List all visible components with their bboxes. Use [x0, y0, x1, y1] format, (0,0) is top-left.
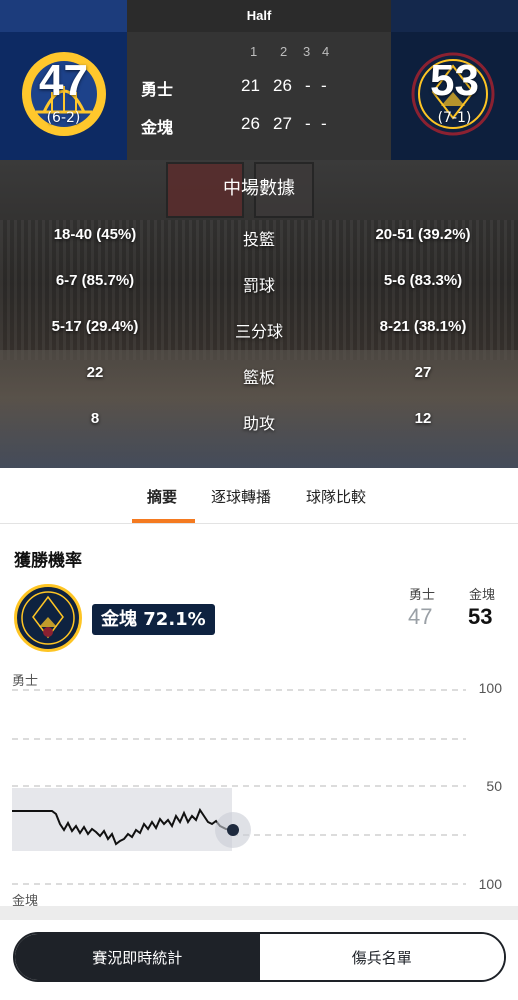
stat-label: 籃板 — [242, 368, 275, 387]
wp-away-label: 金塊 — [469, 588, 496, 603]
home-topbar — [0, 0, 127, 32]
tab-indicator — [132, 519, 195, 523]
home-stat: 6-7 (85.7%) — [55, 272, 135, 289]
stat-row-reb: 22 籃板 27 — [0, 364, 518, 388]
live-stats-button[interactable]: 賽況即時統計 — [15, 934, 260, 980]
tab-team-comparison[interactable]: 球隊比較 — [306, 486, 366, 507]
stat-row-ft: 6-7 (85.7%) 罰球 5-6 (83.3%) — [0, 272, 518, 296]
stat-row-fg: 18-40 (45%) 投籃 20-51 (39.2%) — [0, 226, 518, 250]
stats-title: 中場數據 — [223, 178, 295, 199]
away-record: (7-1) — [437, 110, 472, 126]
away-stat: 5-6 (83.3%) — [383, 272, 463, 289]
probability-area — [12, 788, 232, 851]
home-team-panel[interactable]: 47 (6-2) — [0, 0, 127, 160]
stat-row-ast: 8 助攻 12 — [0, 410, 518, 434]
away-stat: 8-21 (38.1%) — [379, 318, 467, 335]
current-marker — [227, 824, 239, 836]
bottom-bar: 賽況即時統計 傷兵名單 — [0, 920, 518, 1000]
away-q1: 26 — [241, 114, 260, 133]
home-q2: 26 — [273, 76, 292, 95]
stat-label: 三分球 — [234, 322, 283, 341]
home-linescore-row: 勇士 21 26 - - — [127, 76, 391, 100]
stat-label: 投籃 — [242, 230, 275, 249]
away-stat: 20-51 (39.2%) — [375, 226, 471, 243]
away-q4: - — [321, 114, 327, 133]
win-probability-badge: 金塊 72.1% — [92, 604, 215, 635]
away-score: 53 — [430, 56, 479, 105]
away-team-name: 金塊 — [141, 118, 174, 137]
stat-label: 罰球 — [242, 276, 275, 295]
home-q4: - — [321, 76, 327, 95]
home-record: (6-2) — [46, 110, 81, 126]
linescore: Half 1 2 3 4 勇士 21 26 - - 金塊 26 27 - - — [127, 0, 391, 160]
stat-row-3pt: 5-17 (29.4%) 三分球 8-21 (38.1%) — [0, 318, 518, 342]
tab-bar: 摘要 逐球轉播 球隊比較 — [0, 468, 518, 524]
score-header: 47 (6-2) Half 1 2 3 4 勇士 21 26 - - 金塊 26… — [0, 0, 518, 160]
stat-label: 助攻 — [242, 414, 275, 433]
home-q1: 21 — [241, 76, 260, 95]
win-probability-chart: 勇士 金塊 100 50 100 — [0, 664, 518, 909]
home-team-name: 勇士 — [141, 80, 174, 99]
away-stat: 27 — [414, 364, 432, 381]
away-topbar — [391, 0, 518, 32]
win-probability-title: 獲勝機率 — [14, 551, 82, 571]
home-stat: 18-40 (45%) — [53, 226, 137, 243]
home-score: 47 — [39, 56, 88, 105]
halftime-stats: 中場數據 18-40 (45%) 投籃 20-51 (39.2%) 6-7 (8… — [0, 160, 518, 468]
segmented-control: 賽況即時統計 傷兵名單 — [13, 932, 506, 982]
quarter-header: 2 — [280, 44, 288, 59]
home-stat: 22 — [86, 364, 104, 381]
quarter-header: 3 — [303, 44, 311, 59]
quarter-headers: 1 2 3 4 — [127, 44, 391, 62]
away-stat: 12 — [414, 410, 432, 427]
wp-away-score: 53 — [468, 604, 493, 629]
home-stat: 8 — [90, 410, 100, 427]
wp-home-score: 47 — [408, 604, 433, 629]
home-stat: 5-17 (29.4%) — [51, 318, 139, 335]
injury-report-button[interactable]: 傷兵名單 — [259, 934, 504, 980]
tab-play-by-play[interactable]: 逐球轉播 — [211, 486, 271, 507]
period-label: Half — [127, 0, 391, 32]
away-q2: 27 — [273, 114, 292, 133]
home-q3: - — [305, 76, 311, 95]
away-q3: - — [305, 114, 311, 133]
tab-summary[interactable]: 摘要 — [147, 486, 177, 507]
wp-home-label: 勇士 — [409, 588, 436, 603]
section-divider — [0, 906, 518, 920]
chart-svg — [12, 689, 466, 885]
away-team-panel[interactable]: 53 (7-1) — [391, 0, 518, 160]
quarter-header: 1 — [250, 44, 258, 59]
away-linescore-row: 金塊 26 27 - - — [127, 114, 391, 138]
nuggets-logo-icon — [14, 584, 82, 652]
quarter-header: 4 — [322, 44, 330, 59]
